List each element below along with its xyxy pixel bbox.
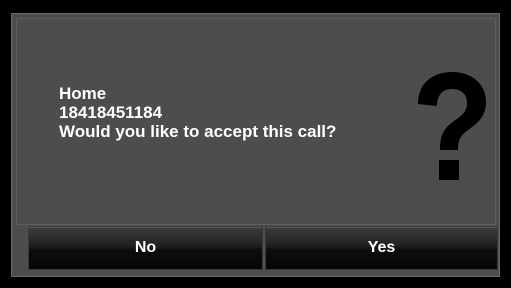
dialog-button-bar: No Yes [28, 226, 498, 270]
call-message: Home 18418451184 Would you like to accep… [59, 84, 336, 141]
decline-button-label: No [134, 239, 157, 256]
accept-button-label: Yes [367, 239, 396, 256]
question-mark-icon [418, 72, 486, 180]
accept-call-button[interactable]: Yes [265, 226, 498, 270]
caller-name: Home [59, 84, 107, 103]
caller-number: 18418451184 [59, 103, 163, 122]
decline-call-button[interactable]: No [28, 226, 263, 270]
accept-call-prompt: Would you like to accept this call? [59, 122, 337, 141]
